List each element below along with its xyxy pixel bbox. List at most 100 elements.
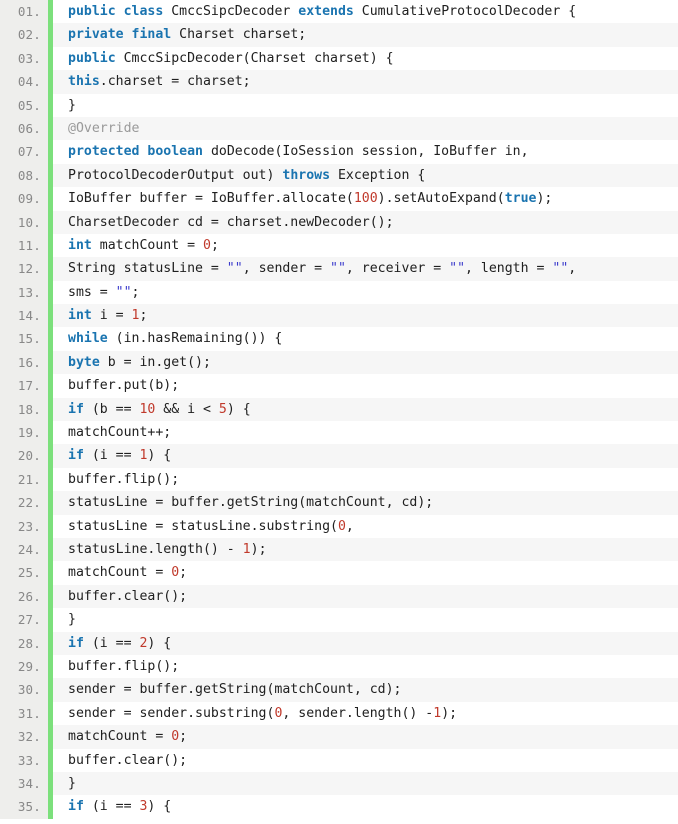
code-line[interactable]: 09. IoBuffer buffer = IoBuffer.allocate(1… [0, 187, 678, 211]
code-token-num: 5 [218, 401, 227, 417]
code-line[interactable]: 29. buffer.flip(); [0, 654, 678, 679]
gutter-gap [53, 444, 68, 467]
gutter-gap [53, 257, 68, 280]
code-line-text[interactable]: } [68, 772, 678, 795]
code-token-num: 0 [171, 729, 180, 745]
code-line[interactable]: 06. @Override [0, 116, 678, 141]
code-line[interactable]: 13. sms = ""; [0, 280, 678, 305]
code-line[interactable]: 07. protected boolean doDecode(IoSession … [0, 140, 678, 164]
code-token-str: "" [552, 261, 569, 277]
code-line[interactable]: 17. buffer.put(b); [0, 374, 678, 398]
gutter-gap [53, 23, 68, 46]
code-token-pln: (i == [83, 799, 140, 815]
code-line-text[interactable]: buffer.clear(); [68, 749, 678, 772]
code-line-text[interactable]: } [68, 94, 678, 117]
code-line[interactable]: 30. sender = buffer.getString(matchCount,… [0, 678, 678, 702]
line-number: 05. [0, 93, 48, 117]
code-line[interactable]: 21. buffer.flip(); [0, 467, 678, 492]
code-line[interactable]: 31. sender = sender.substring(0, sender.l… [0, 701, 678, 726]
code-line-text[interactable]: public CmccSipcDecoder(Charset charset) … [68, 47, 678, 70]
code-line-text[interactable]: matchCount = 0; [68, 725, 678, 748]
code-line-text[interactable]: sms = ""; [68, 281, 678, 304]
code-line-text[interactable]: buffer.flip(); [68, 468, 678, 491]
code-token-pln: ) { [147, 448, 172, 464]
code-line[interactable]: 16. byte b = in.get(); [0, 350, 678, 375]
code-line-text[interactable]: ProtocolDecoderOutput out) throws Except… [68, 164, 678, 187]
code-line[interactable]: 03. public CmccSipcDecoder(Charset charse… [0, 46, 678, 71]
code-line-text[interactable]: if (i == 2) { [68, 632, 678, 655]
code-line-text[interactable]: sender = buffer.getString(matchCount, cd… [68, 678, 678, 701]
line-number: 26. [0, 584, 48, 609]
code-line[interactable]: 27.} [0, 608, 678, 632]
code-line[interactable]: 10. CharsetDecoder cd = charset.newDecode… [0, 210, 678, 234]
code-line-text[interactable]: int i = 1; [68, 304, 678, 327]
gutter-gap [53, 234, 68, 257]
code-token-str: "" [330, 261, 346, 277]
code-line[interactable]: 25. matchCount = 0; [0, 561, 678, 585]
code-line[interactable]: 28. if (i == 2) { [0, 631, 678, 655]
code-line-text[interactable]: int matchCount = 0; [68, 234, 678, 257]
code-line-text[interactable]: IoBuffer buffer = IoBuffer.allocate(100)… [68, 187, 678, 210]
code-line-text[interactable]: buffer.flip(); [68, 655, 678, 678]
code-viewer[interactable]: 01. public class CmccSipcDecoder extends … [0, 0, 678, 824]
code-line-text[interactable]: statusLine = buffer.getString(matchCount… [68, 491, 678, 514]
code-line[interactable]: 23. statusLine = statusLine.substring(0, [0, 514, 678, 538]
code-line[interactable]: 11. int matchCount = 0; [0, 233, 678, 258]
code-line[interactable]: 22. statusLine = buffer.getString(matchCo… [0, 491, 678, 515]
code-line-text[interactable]: private final Charset charset; [68, 23, 678, 46]
code-line[interactable]: 19. matchCount++; [0, 421, 678, 445]
code-line-text[interactable]: String statusLine = "", sender = "", rec… [68, 257, 678, 280]
code-line-text[interactable]: protected boolean doDecode(IoSession ses… [68, 140, 678, 163]
code-line[interactable]: 26. buffer.clear(); [0, 584, 678, 609]
code-line-text[interactable]: @Override [68, 117, 678, 140]
code-line-text[interactable]: this.charset = charset; [68, 70, 678, 93]
code-line[interactable]: 12. String statusLine = "", sender = "", … [0, 257, 678, 281]
code-token-pln: statusLine = buffer.getString(matchCount… [68, 495, 434, 511]
code-line-text[interactable]: if (i == 3) { [68, 795, 678, 818]
code-token-pln: , sender.length() - [282, 705, 434, 721]
code-line-text[interactable]: CharsetDecoder cd = charset.newDecoder()… [68, 211, 678, 234]
code-line[interactable]: 01. public class CmccSipcDecoder extends … [0, 0, 678, 24]
code-line[interactable]: 14. int i = 1; [0, 304, 678, 328]
code-line[interactable]: 02. private final Charset charset; [0, 23, 678, 47]
code-line[interactable]: 18. if (b == 10 && i < 5) { [0, 397, 678, 422]
code-line-text[interactable]: statusLine.length() - 1); [68, 538, 678, 561]
code-line-text[interactable]: public class CmccSipcDecoder extends Cum… [68, 0, 678, 23]
code-line[interactable]: 08. ProtocolDecoderOutput out) throws Exc… [0, 163, 678, 188]
code-line-text[interactable]: buffer.clear(); [68, 585, 678, 608]
code-token-kw: this [68, 74, 100, 90]
code-line[interactable]: 32. matchCount = 0; [0, 725, 678, 749]
code-token-pln: b = in.get(); [99, 354, 211, 370]
line-number: 32. [0, 725, 48, 749]
code-token-str: "" [115, 284, 132, 300]
code-line[interactable]: 15. while (in.hasRemaining()) { [0, 327, 678, 351]
code-line-text[interactable]: } [68, 608, 678, 631]
code-token-pln: buffer.clear(); [68, 752, 188, 768]
code-line-text[interactable]: statusLine = statusLine.substring(0, [68, 515, 678, 538]
code-token-pln: ProtocolDecoderOutput out) [68, 167, 283, 183]
code-line[interactable]: 33. buffer.clear(); [0, 748, 678, 772]
line-number: 22. [0, 491, 48, 515]
code-line-text[interactable]: buffer.put(b); [68, 374, 678, 397]
code-token-kw: if [68, 799, 84, 815]
code-token-pln: ); [441, 705, 458, 721]
gutter-gap [53, 398, 68, 421]
code-line[interactable]: 34.} [0, 771, 678, 796]
code-token-num: 100 [353, 191, 378, 207]
code-line-text[interactable]: if (i == 1) { [68, 444, 678, 467]
code-line-text[interactable]: matchCount = 0; [68, 561, 678, 584]
code-line-text[interactable]: byte b = in.get(); [68, 351, 678, 374]
code-token-pln: } [68, 612, 76, 628]
code-line-text[interactable]: matchCount++; [68, 421, 678, 444]
code-line[interactable]: 24. statusLine.length() - 1); [0, 537, 678, 562]
code-line[interactable]: 05.} [0, 93, 678, 117]
code-line-text[interactable]: sender = sender.substring(0, sender.leng… [68, 702, 678, 725]
code-line-text[interactable]: if (b == 10 && i < 5) { [68, 398, 678, 421]
code-line[interactable]: 35. if (i == 3) { [0, 795, 678, 819]
code-line[interactable]: 20. if (i == 1) { [0, 444, 678, 468]
gutter-gap [53, 70, 68, 93]
code-line-text[interactable]: while (in.hasRemaining()) { [68, 327, 678, 350]
gutter-gap [53, 749, 68, 772]
line-number: 08. [0, 163, 48, 188]
code-line[interactable]: 04. this.charset = charset; [0, 70, 678, 94]
